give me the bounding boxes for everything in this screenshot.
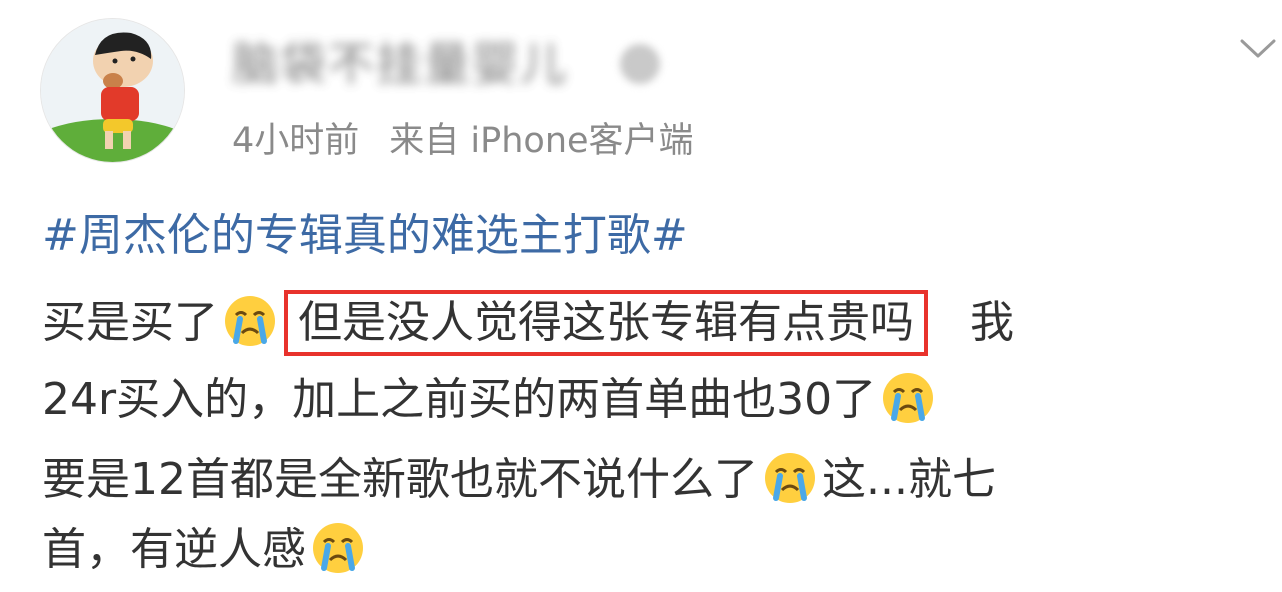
avatar[interactable]: [40, 18, 185, 163]
post-time: 4小时前: [232, 121, 360, 161]
verified-badge-icon: [620, 44, 660, 84]
post-meta: 4小时前 来自 iPhone客户端: [232, 118, 694, 164]
post-text: 24r买入的，加上之前买的两首单曲也30了: [42, 374, 877, 425]
post-body-line-2: 24r买入的，加上之前买的两首单曲也30了: [42, 370, 940, 430]
crying-face-icon: [880, 370, 936, 426]
topic-hashtag[interactable]: #周杰伦的专辑真的难选主打歌#: [42, 206, 688, 266]
post-source: 来自 iPhone客户端: [389, 121, 694, 161]
post-body-line-3: 要是12首都是全新歌也就不说什么了 这...就七: [42, 450, 996, 510]
crying-face-icon: [762, 450, 818, 506]
post-text: 我: [969, 297, 1014, 348]
highlighted-text: 但是没人觉得这张专辑有点贵吗: [284, 290, 928, 356]
crying-face-icon: [222, 293, 278, 349]
post-text: 要是12首都是全新歌也就不说什么了: [42, 454, 758, 505]
post-text: 买是买了: [42, 297, 218, 348]
username[interactable]: 脑袋不挂量婴儿: [232, 38, 672, 90]
post-text: 首，有逆人感: [42, 524, 306, 575]
post-text: 这...就七: [822, 454, 996, 505]
chevron-down-icon[interactable]: [1238, 34, 1278, 64]
post-body-line-4: 首，有逆人感: [42, 520, 370, 580]
crying-face-icon: [310, 520, 366, 576]
post-body-line-1: 买是买了 但是没人觉得这张专辑有点贵吗 我: [42, 290, 1014, 356]
